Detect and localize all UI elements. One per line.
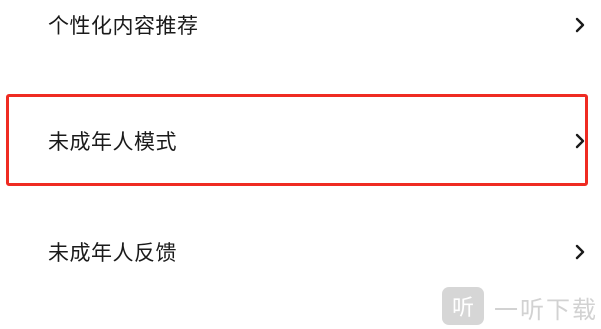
settings-list: 个性化内容推荐 未成年人模式 未成年人反馈 [0, 0, 601, 329]
row-label: 未成年人模式 [48, 130, 177, 154]
chevron-right-icon [575, 133, 585, 149]
personalized-content-recommendation-row[interactable]: 个性化内容推荐 [0, 0, 601, 60]
row-label: 未成年人反馈 [48, 241, 177, 265]
row-label: 个性化内容推荐 [48, 14, 199, 38]
chevron-right-icon [575, 244, 585, 260]
minor-feedback-row[interactable]: 未成年人反馈 [0, 222, 601, 282]
minor-mode-row[interactable]: 未成年人模式 [0, 111, 601, 171]
chevron-right-icon [575, 17, 585, 33]
